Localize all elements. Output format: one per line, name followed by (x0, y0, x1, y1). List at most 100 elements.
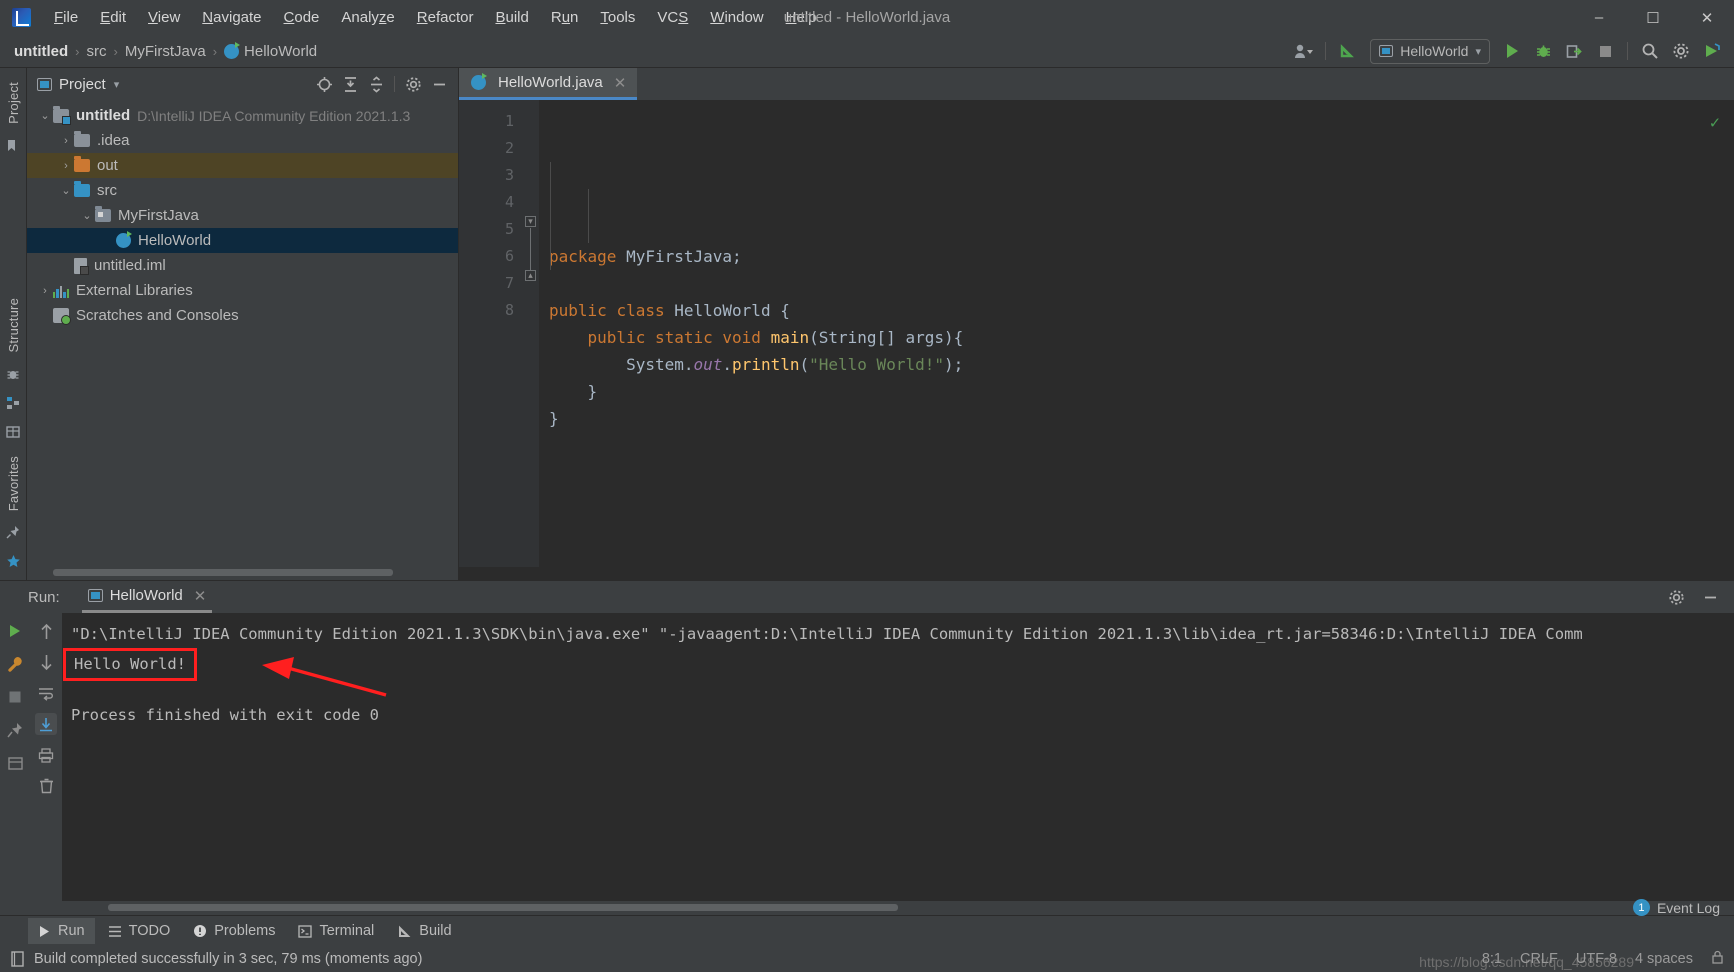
up-icon[interactable] (35, 620, 57, 642)
console-output[interactable]: "D:\IntelliJ IDEA Community Edition 2021… (62, 613, 1734, 901)
gutter-line-8[interactable]: 8 (459, 297, 521, 324)
locate-icon[interactable] (311, 72, 337, 96)
menu-item-analyze[interactable]: Analyze (330, 6, 405, 29)
settings-icon[interactable] (1667, 38, 1695, 64)
gutter-line-2[interactable]: 2 (459, 135, 521, 162)
breadcrumb-item-myfirstjava[interactable]: MyFirstJava (125, 43, 206, 60)
gutter-line-3[interactable]: 3 (459, 162, 535, 189)
down-icon[interactable] (35, 651, 57, 673)
trash-icon[interactable] (35, 775, 57, 797)
bottom-tab-build[interactable]: Build (387, 918, 461, 944)
code-line-1[interactable]: package MyFirstJava; (549, 243, 1734, 270)
file-encoding[interactable]: UTF-8 (1576, 951, 1617, 967)
tree-node-src[interactable]: ⌄ src (27, 178, 458, 203)
close-icon[interactable]: ✕ (614, 74, 627, 92)
maximize-icon[interactable]: ☐ (1626, 0, 1680, 35)
tree-node-scratches-and-consoles[interactable]: Scratches and Consoles (27, 303, 458, 328)
menu-item-code[interactable]: Code (273, 6, 331, 29)
stop-icon[interactable] (1591, 38, 1619, 64)
pin-icon[interactable] (6, 525, 20, 542)
menu-item-build[interactable]: Build (484, 6, 539, 29)
collapse-all-icon[interactable] (363, 72, 389, 96)
editor-gutter[interactable]: 1 2 3 4 5 6 7 8 (459, 100, 535, 567)
editor-fold-column[interactable]: ▾ ▴ (521, 100, 539, 567)
code-line-5[interactable]: System.out.println("Hello World!"); (549, 351, 1734, 378)
chevron-down-icon[interactable]: ⌄ (37, 109, 53, 122)
code-line-7[interactable]: } (549, 405, 1734, 432)
code-content[interactable]: ✓ package MyFirstJava; public class Hell… (539, 100, 1734, 567)
menu-item-window[interactable]: Window (699, 6, 774, 29)
editor-horizontal-scrollbar[interactable] (459, 567, 1734, 580)
project-tree[interactable]: ⌄ untitled D:\IntelliJ IDEA Community Edit… (27, 100, 458, 567)
menu-item-file[interactable]: File (43, 6, 89, 29)
layout-icon[interactable] (4, 752, 26, 774)
console-horizontal-scrollbar[interactable] (0, 901, 1734, 915)
line-separator[interactable]: CRLF (1520, 951, 1558, 967)
expand-all-icon[interactable] (337, 72, 363, 96)
sidebar-tab-project[interactable]: Project (6, 74, 21, 132)
breadcrumb-item-src[interactable]: src (87, 43, 107, 60)
fold-close-icon[interactable]: ▴ (525, 270, 536, 281)
tree-node-myfirstjava[interactable]: ⌄ MyFirstJava (27, 203, 458, 228)
chevron-right-icon[interactable]: › (58, 135, 74, 147)
star-icon[interactable] (6, 554, 21, 572)
lock-icon[interactable] (1711, 950, 1724, 969)
bottom-tab-run[interactable]: Run (28, 918, 95, 944)
pin-icon[interactable] (4, 719, 26, 741)
close-icon[interactable]: ✕ (194, 587, 207, 605)
chevron-down-icon[interactable]: ⌄ (58, 184, 74, 197)
rerun-icon[interactable] (4, 620, 26, 642)
update-project-icon[interactable] (1334, 38, 1362, 64)
gutter-line-5[interactable]: 5 (459, 216, 521, 243)
wrench-icon[interactable] (4, 653, 26, 675)
tree-node-untitled-iml[interactable]: untitled.iml (27, 253, 458, 278)
menu-item-run[interactable]: Run (540, 6, 590, 29)
plugin-icon[interactable] (1698, 38, 1726, 64)
chevron-down-icon[interactable]: ⌄ (79, 209, 95, 222)
hide-icon[interactable] (426, 72, 452, 96)
menu-item-navigate[interactable]: Navigate (191, 6, 272, 29)
project-horizontal-scrollbar[interactable] (27, 567, 458, 580)
bottom-tab-terminal[interactable]: Terminal (288, 918, 384, 944)
tree-node-out[interactable]: › out (27, 153, 458, 178)
chevron-down-icon[interactable]: ▾ (114, 78, 120, 91)
bottom-tab-todo[interactable]: TODO (98, 918, 181, 944)
gear-icon[interactable] (400, 72, 426, 96)
menu-item-refactor[interactable]: Refactor (406, 6, 485, 29)
scroll-to-end-icon[interactable] (35, 713, 57, 735)
hide-icon[interactable] (1696, 584, 1724, 610)
run-with-coverage-icon[interactable] (1560, 38, 1588, 64)
breadcrumb-item-helloworld[interactable]: HelloWorld (224, 41, 317, 60)
minimize-icon[interactable]: – (1572, 0, 1626, 35)
menu-item-view[interactable]: View (137, 6, 191, 29)
menu-item-vcs[interactable]: VCS (646, 6, 699, 29)
run-tab-helloworld[interactable]: HelloWorld ✕ (81, 581, 213, 613)
bottom-tab-problems[interactable]: Problems (183, 918, 285, 944)
tree-node-helloworld[interactable]: HelloWorld (27, 228, 458, 253)
run-icon[interactable] (1498, 38, 1526, 64)
chevron-right-icon[interactable]: › (37, 285, 53, 297)
account-icon[interactable] (1289, 38, 1317, 64)
gutter-line-7[interactable]: 7 (459, 270, 521, 297)
grid-icon[interactable] (6, 425, 20, 442)
chevron-right-icon[interactable]: › (58, 160, 74, 172)
code-line-6[interactable]: } (549, 378, 1734, 405)
gutter-line-4[interactable]: 4 (459, 189, 535, 216)
sidebar-tab-favorites[interactable]: Favorites (6, 448, 21, 519)
inspection-ok-icon[interactable]: ✓ (1710, 110, 1720, 137)
debug-icon[interactable] (1529, 38, 1557, 64)
hierarchy-icon[interactable] (6, 396, 20, 413)
tree-node-external-libraries[interactable]: › External Libraries (27, 278, 458, 303)
event-log-button[interactable]: 1 Event Log (1632, 899, 1720, 916)
stop-icon[interactable] (4, 686, 26, 708)
indent-setting[interactable]: 4 spaces (1635, 951, 1693, 967)
sidebar-tab-structure[interactable]: Structure (6, 290, 21, 361)
code-line-4[interactable]: public static void main(String[] args){ (549, 324, 1734, 351)
settings-icon[interactable] (1662, 584, 1690, 610)
tree-node--idea[interactable]: › .idea (27, 128, 458, 153)
editor-tab-helloworld[interactable]: HelloWorld.java ✕ (459, 68, 638, 100)
code-line-8[interactable] (549, 432, 1734, 459)
bug-icon[interactable] (6, 367, 20, 384)
menu-item-tools[interactable]: Tools (589, 6, 646, 29)
code-line-3[interactable]: public class HelloWorld { (549, 297, 1734, 324)
